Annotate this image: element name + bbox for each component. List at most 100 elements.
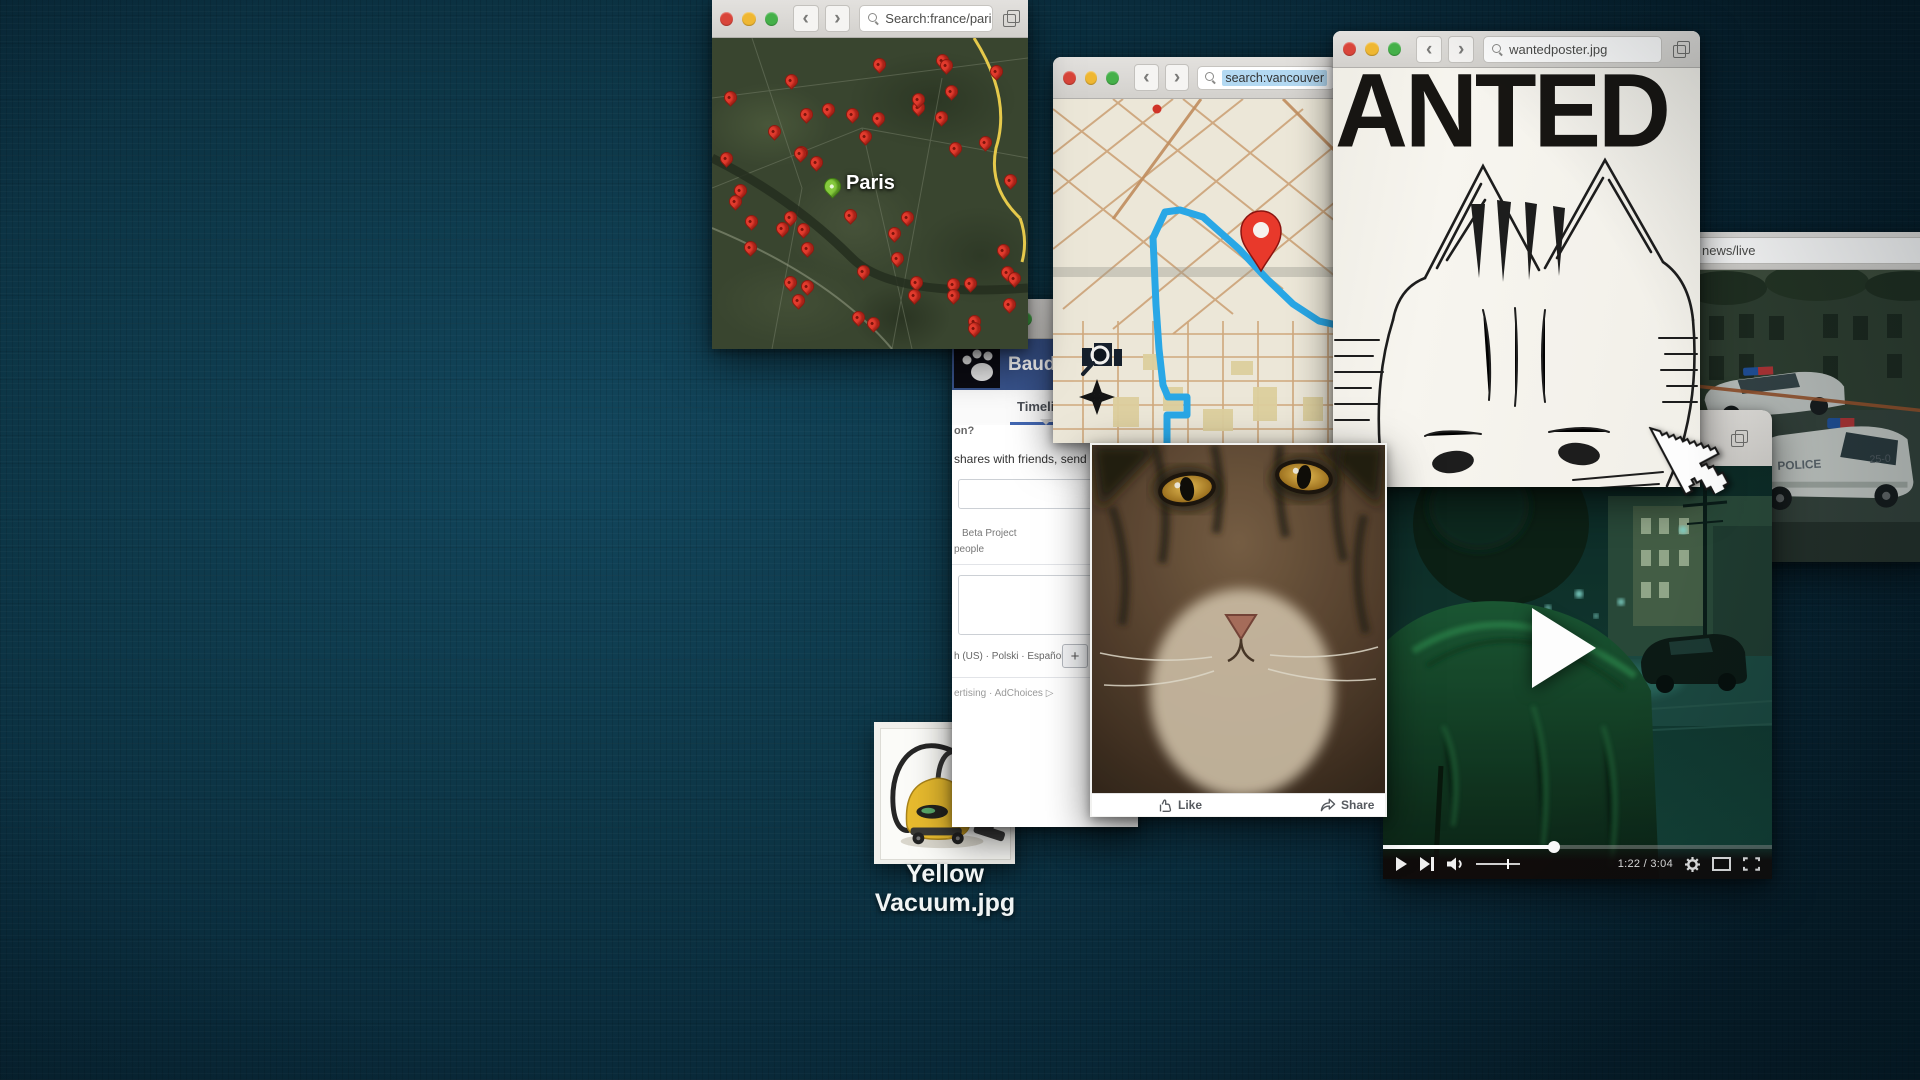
settings-gear-icon[interactable] [1685, 857, 1700, 872]
map-pin-red[interactable] [961, 274, 979, 292]
map-pin-red[interactable] [791, 144, 809, 162]
map-pin-red[interactable] [942, 83, 960, 101]
map-pin-red[interactable] [808, 154, 826, 172]
map-pin-red[interactable] [841, 206, 859, 224]
video-player[interactable]: 1:22 / 3:04 [1383, 466, 1772, 879]
search-icon [868, 13, 879, 24]
sidebar-item-people[interactable]: people [954, 544, 984, 555]
map-pin-red[interactable] [947, 139, 965, 157]
map-pin-red[interactable] [742, 212, 760, 230]
zoom-button[interactable] [1388, 42, 1401, 56]
map-pin-red[interactable] [741, 238, 759, 256]
photo-action-bar: Like Share [1092, 793, 1385, 816]
paris-window: ‹ › Search:france/paris P [712, 0, 1028, 349]
video-time: 1:22 / 3:04 [1618, 858, 1673, 870]
map-pin-red[interactable] [783, 71, 801, 89]
desktop-icon-label[interactable]: Yellow Vacuum.jpg [830, 860, 1060, 918]
news-toolbar: news/live [1695, 232, 1920, 270]
map-pin-red[interactable] [854, 262, 872, 280]
back-icon: ‹ [1143, 68, 1149, 87]
map-pin-red[interactable] [798, 277, 816, 295]
back-button[interactable]: ‹ [793, 5, 819, 32]
wanted-poster-window: ‹ › wantedposter.jpg ANTED [1333, 31, 1700, 487]
volume-icon[interactable] [1447, 857, 1466, 871]
back-button[interactable]: ‹ [1416, 36, 1442, 63]
volume-slider-level[interactable] [1507, 859, 1510, 869]
wanted-poster-image: ANTED [1333, 68, 1700, 487]
poster-search-text: wantedposter.jpg [1509, 42, 1607, 57]
map-pin-red[interactable] [932, 108, 950, 126]
map-pin-red[interactable] [819, 100, 837, 118]
forward-button[interactable]: › [1448, 36, 1474, 63]
paris-search-field[interactable]: Search:france/paris [859, 5, 993, 32]
map-pin-red[interactable] [795, 221, 813, 239]
map-pin-red[interactable] [1000, 296, 1018, 314]
map-pin-red[interactable] [905, 286, 923, 304]
map-pin-red[interactable] [977, 133, 995, 151]
map-pin-red[interactable] [798, 105, 816, 123]
miniplayer-icon[interactable] [1712, 857, 1731, 871]
map-pin-red[interactable] [781, 274, 799, 292]
map-pin-red[interactable] [844, 105, 862, 123]
tabs-icon[interactable] [1673, 41, 1690, 58]
fullscreen-icon[interactable] [1743, 857, 1760, 871]
minimize-button[interactable] [1365, 42, 1378, 56]
map-pin-red[interactable] [849, 308, 867, 326]
cat-photo [1092, 445, 1385, 793]
map-pin-red[interactable] [888, 250, 906, 268]
poster-toolbar: ‹ › wantedposter.jpg [1333, 31, 1700, 68]
close-button[interactable] [1343, 42, 1356, 56]
map-pin-red[interactable] [870, 55, 888, 73]
paris-map[interactable]: Paris [712, 38, 1028, 349]
map-pin-red[interactable] [987, 63, 1005, 81]
news-address-text: news/live [1702, 243, 1755, 258]
profile-question-fragment: on? [954, 425, 974, 437]
map-pin-red[interactable] [765, 122, 783, 140]
search-icon [1205, 72, 1216, 83]
vancouver-map[interactable] [1053, 99, 1345, 443]
map-pin-red[interactable] [869, 109, 887, 127]
news-address-field[interactable]: news/live [1693, 237, 1920, 264]
zoom-button[interactable] [1106, 71, 1119, 85]
cat-sketch [1333, 150, 1700, 487]
language-row[interactable]: h (US) · Polski · Español [954, 651, 1063, 662]
back-button[interactable]: ‹ [1134, 64, 1159, 91]
like-icon [1158, 798, 1173, 813]
map-pin-red[interactable] [885, 224, 903, 242]
vancouver-search-field[interactable]: search:vancouver [1197, 66, 1335, 90]
forward-button[interactable]: › [1165, 64, 1190, 91]
map-pin-red[interactable] [898, 208, 916, 226]
share-button[interactable]: Share [1320, 798, 1374, 812]
map-pin-red[interactable] [944, 287, 962, 305]
paris-toolbar: ‹ › Search:france/paris [712, 0, 1028, 38]
video-control-bar: 1:22 / 3:04 [1383, 845, 1772, 879]
map-pin-red[interactable] [857, 128, 875, 146]
search-icon [1492, 44, 1503, 55]
minimize-button[interactable] [742, 12, 755, 26]
adchoices-row[interactable]: ertising · AdChoices ▷ [954, 688, 1053, 699]
add-language-button[interactable]: + [1062, 644, 1088, 668]
minimize-button[interactable] [1085, 71, 1098, 85]
adchoices-text: ertising · AdChoices [954, 688, 1043, 699]
close-button[interactable] [1063, 71, 1076, 85]
volume-slider[interactable] [1476, 863, 1520, 865]
play-button-icon[interactable] [1395, 857, 1408, 871]
play-overlay-icon[interactable] [1528, 606, 1600, 690]
paris-search-text: Search:france/paris [885, 11, 993, 26]
map-pin-red[interactable] [722, 89, 740, 107]
map-pin-red[interactable] [798, 239, 816, 257]
next-button-icon[interactable] [1420, 857, 1435, 871]
forward-button[interactable]: › [825, 5, 851, 32]
tabs-icon[interactable] [1731, 430, 1748, 447]
map-pin-red[interactable] [717, 149, 735, 167]
tabs-icon[interactable] [1003, 10, 1020, 27]
sidebar-item-beta-project[interactable]: Beta Project [962, 528, 1016, 539]
map-pin-red[interactable] [995, 241, 1013, 259]
map-pin-red[interactable] [865, 314, 883, 332]
poster-search-field[interactable]: wantedposter.jpg [1483, 36, 1662, 63]
like-button[interactable]: Like [1158, 798, 1202, 813]
map-pin-red[interactable] [1001, 171, 1019, 189]
close-button[interactable] [720, 12, 733, 26]
zoom-button[interactable] [765, 12, 778, 26]
paris-pin-label: Paris [846, 172, 895, 195]
